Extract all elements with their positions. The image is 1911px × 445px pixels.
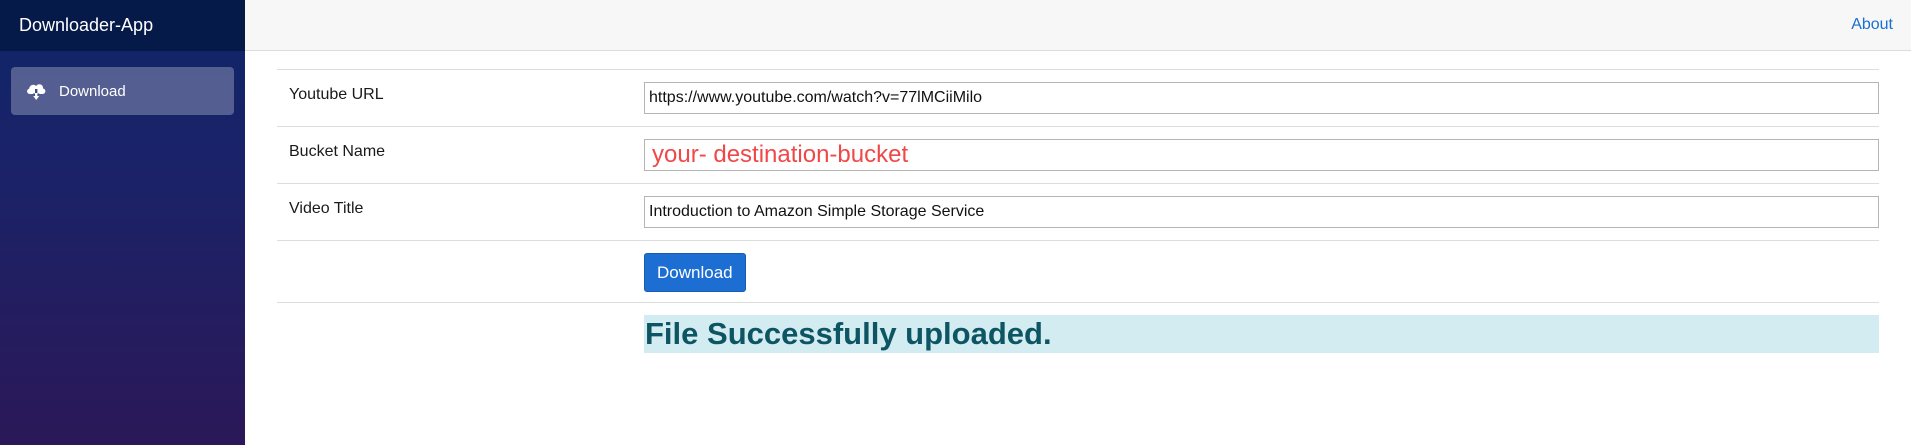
success-alert: File Successfully uploaded. bbox=[644, 315, 1879, 353]
form-row-bucket-name: Bucket Name bbox=[277, 127, 1879, 184]
bucket-name-label: Bucket Name bbox=[289, 143, 386, 160]
about-link[interactable]: About bbox=[1851, 16, 1893, 34]
cloud-download-icon bbox=[25, 80, 47, 102]
sidebar-nav: Download bbox=[0, 51, 245, 115]
download-form: Youtube URL Bucket Name Video Title bbox=[277, 69, 1879, 303]
top-navbar: About bbox=[245, 0, 1911, 51]
brand-header: Downloader-App bbox=[0, 0, 245, 51]
download-form-section: Youtube URL Bucket Name Video Title bbox=[245, 51, 1911, 353]
sidebar: Downloader-App Download bbox=[0, 0, 245, 445]
app-root: Downloader-App Download About Youtube UR… bbox=[0, 0, 1911, 445]
form-row-actions: Download bbox=[277, 241, 1879, 303]
app-title: Downloader-App bbox=[19, 15, 154, 35]
sidebar-item-download[interactable]: Download bbox=[11, 67, 234, 115]
download-button[interactable]: Download bbox=[644, 253, 746, 292]
youtube-url-label: Youtube URL bbox=[289, 86, 384, 103]
form-row-youtube-url: Youtube URL bbox=[277, 70, 1879, 127]
bucket-name-input[interactable] bbox=[644, 139, 1879, 171]
success-message: File Successfully uploaded. bbox=[645, 316, 1052, 351]
sidebar-item-label: Download bbox=[59, 82, 126, 100]
video-title-input[interactable] bbox=[644, 196, 1879, 228]
main-panel: About Youtube URL Bucket Name Video T bbox=[245, 0, 1911, 445]
youtube-url-input[interactable] bbox=[644, 82, 1879, 114]
form-row-video-title: Video Title bbox=[277, 184, 1879, 241]
video-title-label: Video Title bbox=[289, 200, 364, 217]
status-row: File Successfully uploaded. bbox=[277, 303, 1879, 353]
